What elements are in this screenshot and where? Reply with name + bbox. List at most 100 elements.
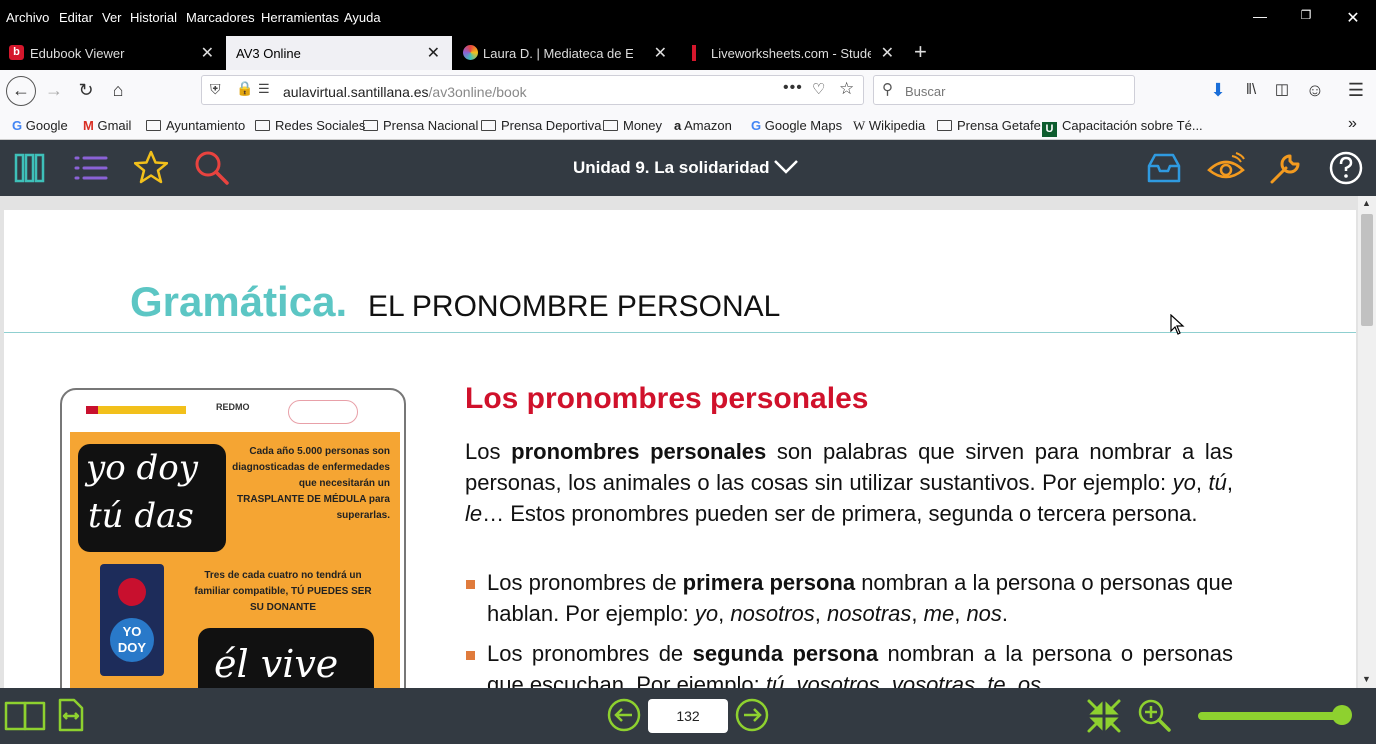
- url-text[interactable]: aulavirtual.santillana.es/av3online/book: [283, 84, 527, 100]
- search-icon[interactable]: [194, 150, 230, 186]
- fit-width-icon[interactable]: [58, 698, 84, 732]
- folder-icon: [481, 120, 496, 131]
- capacitacion-icon: U: [1042, 122, 1057, 137]
- favorites-star-icon[interactable]: [134, 150, 168, 184]
- close-window-icon[interactable]: ✕: [1343, 8, 1363, 28]
- menu-historial[interactable]: Historial: [130, 10, 177, 25]
- permissions-icon[interactable]: ☰: [258, 81, 270, 97]
- reload-icon[interactable]: ↻: [74, 78, 98, 102]
- bookmark-label: Wikipedia: [868, 118, 926, 133]
- download-icon[interactable]: ⬇: [1206, 78, 1230, 102]
- scroll-up-icon[interactable]: ▲: [1362, 198, 1371, 208]
- tab-av3-online[interactable]: AV3 Online ✕: [226, 36, 452, 70]
- restore-icon[interactable]: ❐: [1296, 8, 1316, 22]
- text-bold: pronombres personales: [511, 439, 767, 464]
- bookmark-amazon[interactable]: a Amazon: [674, 118, 732, 133]
- google-icon: G: [751, 118, 762, 133]
- account-icon[interactable]: ☺: [1303, 78, 1327, 102]
- app-toolbar: Unidad 9. La solidaridad: [0, 140, 1376, 196]
- eye-icon[interactable]: [1206, 150, 1246, 184]
- folder-icon: [255, 120, 270, 131]
- example: yo: [694, 601, 719, 626]
- mediateca-icon: [463, 45, 478, 60]
- bookmark-star-icon[interactable]: ☆: [839, 79, 854, 99]
- pocket-icon[interactable]: ♡: [812, 80, 825, 98]
- library-icon[interactable]: ‖\: [1239, 78, 1263, 102]
- folder-icon: [363, 120, 378, 131]
- back-icon[interactable]: ←: [6, 76, 36, 106]
- folder-icon: [937, 120, 952, 131]
- address-bar[interactable]: ⛨ 🔒 ☰ aulavirtual.santillana.es/av3onlin…: [201, 75, 864, 105]
- bookmark-label: Gmail: [97, 118, 132, 133]
- inbox-icon[interactable]: [1146, 152, 1182, 184]
- menu-hamburger-icon[interactable]: ☰: [1344, 78, 1368, 102]
- fullscreen-collapse-icon[interactable]: [1086, 698, 1122, 734]
- menu-ayuda[interactable]: Ayuda: [344, 10, 381, 25]
- bookmark-wikipedia[interactable]: W Wikipedia: [853, 118, 925, 134]
- bookmark-google-maps[interactable]: G Google Maps: [751, 118, 842, 133]
- bookmark-redes-sociales[interactable]: Redes Sociales: [255, 118, 365, 133]
- menu-editar[interactable]: Editar: [59, 10, 93, 25]
- url-host: aulavirtual.santillana.es: [283, 84, 429, 100]
- amazon-icon: a: [674, 118, 682, 133]
- chevron-down-icon[interactable]: [772, 158, 800, 176]
- shield-icon[interactable]: ⛨: [210, 81, 221, 98]
- menu-archivo[interactable]: Archivo: [6, 10, 49, 25]
- bookmark-prensa-nacional[interactable]: Prensa Nacional: [363, 118, 478, 133]
- bookmark-gmail[interactable]: M Gmail: [83, 118, 131, 133]
- close-tab-icon[interactable]: ✕: [881, 43, 894, 63]
- bookmark-capacitacion[interactable]: U Capacitación sobre Té...: [1042, 118, 1203, 137]
- bullet-icon: [466, 651, 475, 660]
- menu-ver[interactable]: Ver: [102, 10, 122, 25]
- tab-mediateca[interactable]: Laura D. | Mediateca de Educa ✕: [453, 36, 679, 70]
- navigation-bar: ← → ↻ ⌂ ⛨ 🔒 ☰ aulavirtual.santillana.es/…: [0, 70, 1376, 110]
- bookmark-google[interactable]: G Google: [12, 118, 68, 133]
- more-bookmarks-icon[interactable]: »: [1348, 115, 1357, 133]
- unit-title[interactable]: Unidad 9. La solidaridad: [573, 158, 769, 178]
- insecure-lock-icon[interactable]: 🔒: [236, 80, 253, 97]
- bookmarks-bar: G Google M Gmail Ayuntamiento Redes Soci…: [0, 110, 1376, 140]
- forward-icon[interactable]: →: [42, 78, 66, 102]
- close-tab-icon[interactable]: ✕: [654, 43, 667, 63]
- zoom-slider-handle[interactable]: [1332, 705, 1352, 725]
- bookmark-money[interactable]: Money: [603, 118, 662, 133]
- bookmark-prensa-deportiva[interactable]: Prensa Deportiva: [481, 118, 601, 133]
- tab-liveworksheets[interactable]: Liveworksheets.com - Student ✕: [680, 36, 906, 70]
- vertical-scrollbar[interactable]: ▲ ▼: [1358, 196, 1376, 688]
- bookmark-ayuntamiento[interactable]: Ayuntamiento: [146, 118, 245, 133]
- previous-page-icon[interactable]: [606, 697, 642, 733]
- page-actions-icon[interactable]: •••: [783, 79, 803, 97]
- close-tab-icon[interactable]: ✕: [427, 43, 440, 63]
- sidebar-icon[interactable]: ◫: [1270, 78, 1294, 102]
- double-page-icon[interactable]: [4, 700, 48, 732]
- tab-title: Laura D. | Mediateca de Educa: [483, 46, 633, 61]
- help-icon[interactable]: [1328, 150, 1364, 186]
- tab-edubook[interactable]: b Edubook Viewer ✕: [0, 36, 226, 70]
- minimize-icon[interactable]: —: [1250, 8, 1270, 24]
- handwriting-el-vive: él vive: [214, 642, 339, 686]
- menu-herramientas[interactable]: Herramientas: [261, 10, 339, 25]
- zoom-in-icon[interactable]: [1136, 697, 1172, 733]
- example: yo: [1172, 470, 1196, 495]
- close-tab-icon[interactable]: ✕: [201, 43, 214, 63]
- new-tab-icon[interactable]: +: [914, 39, 927, 65]
- bookmark-prensa-getafe[interactable]: Prensa Getafe: [937, 118, 1041, 133]
- search-input[interactable]: ⚲ Buscar: [873, 75, 1135, 105]
- page-number-input[interactable]: 132: [648, 699, 728, 733]
- bookmark-label: Money: [623, 118, 663, 133]
- bookmark-label: Ayuntamiento: [166, 118, 246, 133]
- example: me: [923, 601, 955, 626]
- book-viewer[interactable]: Gramática. EL PRONOMBRE PERSONAL REDMO y…: [0, 196, 1376, 698]
- scroll-down-icon[interactable]: ▼: [1362, 674, 1371, 684]
- home-icon[interactable]: ⌂: [106, 78, 130, 102]
- first-person-item: Los pronombres de primera persona nombra…: [487, 570, 1233, 626]
- menu-marcadores[interactable]: Marcadores: [186, 10, 255, 25]
- zoom-slider-track[interactable]: [1198, 712, 1350, 720]
- scrollbar-thumb[interactable]: [1361, 214, 1373, 326]
- page-title: EL PRONOMBRE PERSONAL: [368, 290, 781, 323]
- wrench-icon[interactable]: [1268, 150, 1304, 186]
- next-page-icon[interactable]: [734, 697, 770, 733]
- list-icon[interactable]: [74, 152, 108, 184]
- books-icon[interactable]: [14, 152, 46, 184]
- folder-icon: [146, 120, 161, 131]
